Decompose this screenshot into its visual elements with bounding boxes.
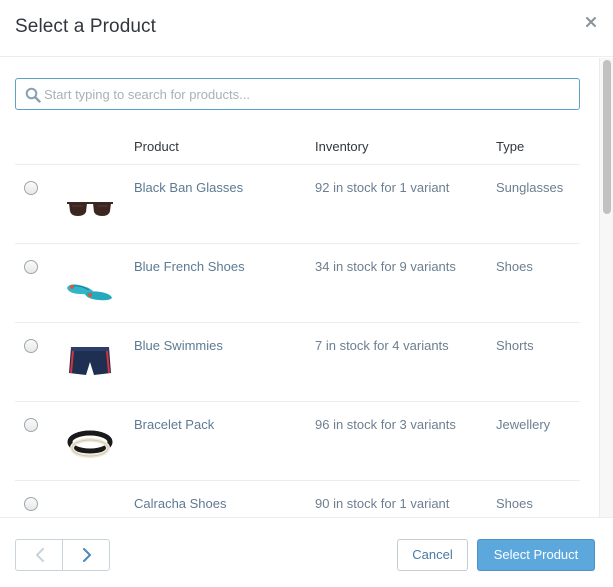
product-type: Shoes <box>496 259 533 274</box>
previous-page-button[interactable] <box>16 540 63 570</box>
product-type: Jewellery <box>496 417 551 432</box>
product-radio[interactable] <box>24 339 38 353</box>
swim-shorts-thumbnail <box>63 343 117 383</box>
product-type: Shoes <box>496 496 533 511</box>
table-row[interactable]: Bracelet Pack 96 in stock for 3 variants… <box>15 402 580 481</box>
modal-footer: Cancel Select Product <box>0 517 613 587</box>
search-box <box>15 78 580 110</box>
product-inventory: 92 in stock for 1 variant <box>315 180 450 195</box>
table-row[interactable]: Blue French Shoes 34 in stock for 9 vari… <box>15 244 580 323</box>
shoes-thumbnail <box>63 264 117 304</box>
table-row[interactable]: Black Ban Glasses 92 in stock for 1 vari… <box>15 165 580 244</box>
product-inventory: 96 in stock for 3 variants <box>315 417 456 432</box>
sunglasses-thumbnail <box>63 185 117 225</box>
product-name[interactable]: Blue French Shoes <box>134 259 245 274</box>
column-header-product[interactable]: Product <box>134 139 179 154</box>
search-icon <box>25 87 41 103</box>
product-name[interactable]: Calracha Shoes <box>134 496 227 511</box>
pagination <box>15 539 110 571</box>
next-page-button[interactable] <box>63 540 109 570</box>
bracelet-thumbnail <box>63 422 117 462</box>
table-header: Product Inventory Type <box>15 134 580 165</box>
product-radio[interactable] <box>24 181 38 195</box>
table-row[interactable]: Blue Swimmies 7 in stock for 4 variants … <box>15 323 580 402</box>
product-radio[interactable] <box>24 418 38 432</box>
heels-thumbnail <box>63 501 117 517</box>
modal-body: Product Inventory Type Black Ban Glasses… <box>0 58 613 517</box>
product-name[interactable]: Black Ban Glasses <box>134 180 243 195</box>
product-radio[interactable] <box>24 260 38 274</box>
column-header-type[interactable]: Type <box>496 139 524 154</box>
product-type: Shorts <box>496 338 534 353</box>
product-name[interactable]: Bracelet Pack <box>134 417 214 432</box>
modal-title: Select a Product <box>15 16 157 37</box>
table-row[interactable]: Calracha Shoes 90 in stock for 1 variant… <box>15 481 580 517</box>
product-inventory: 90 in stock for 1 variant <box>315 496 450 511</box>
product-type: Sunglasses <box>496 180 564 195</box>
product-radio[interactable] <box>24 497 38 511</box>
chevron-right-icon <box>83 548 91 562</box>
modal-header: Select a Product <box>0 0 613 57</box>
scrollbar-thumb[interactable] <box>603 60 611 214</box>
column-header-inventory[interactable]: Inventory <box>315 139 368 154</box>
cancel-button[interactable]: Cancel <box>397 539 468 571</box>
search-input[interactable] <box>44 79 574 109</box>
product-inventory: 34 in stock for 9 variants <box>315 259 456 274</box>
select-product-button[interactable]: Select Product <box>477 539 595 571</box>
chevron-left-icon <box>36 548 44 562</box>
product-name[interactable]: Blue Swimmies <box>134 338 223 353</box>
close-icon[interactable] <box>583 14 599 30</box>
product-inventory: 7 in stock for 4 variants <box>315 338 449 353</box>
